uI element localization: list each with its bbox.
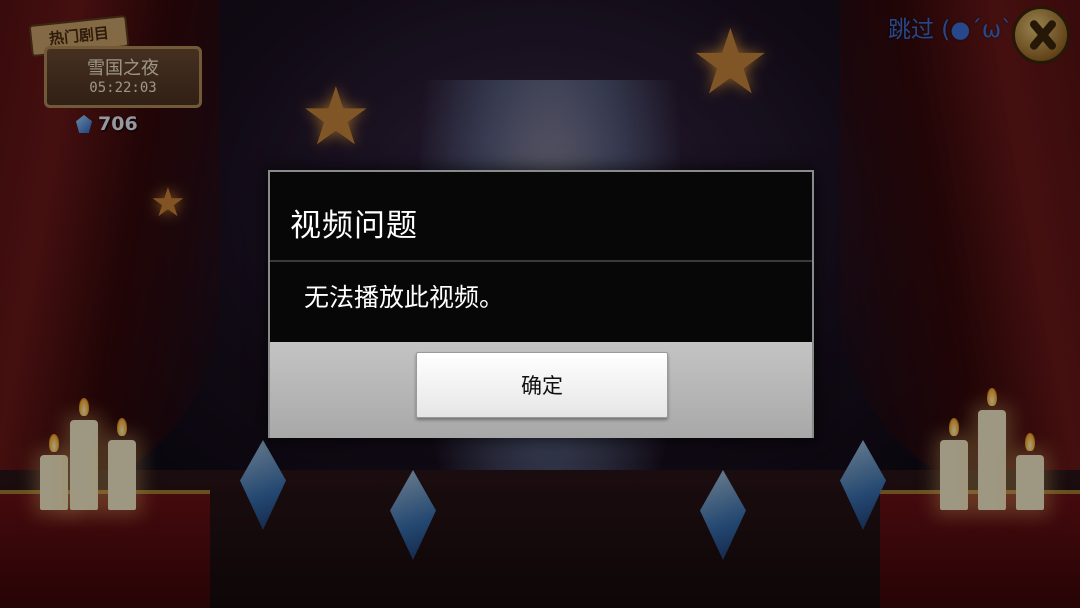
ok-button[interactable]: 确定 [416,352,668,418]
dialog-title: 视频问题 [290,208,418,244]
dialog-divider [270,260,812,262]
video-error-dialog: 视频问题 无法播放此视频。 确定 [268,170,814,438]
dialog-footer: 确定 [270,342,812,438]
dialog-message: 无法播放此视频。 [304,283,505,312]
